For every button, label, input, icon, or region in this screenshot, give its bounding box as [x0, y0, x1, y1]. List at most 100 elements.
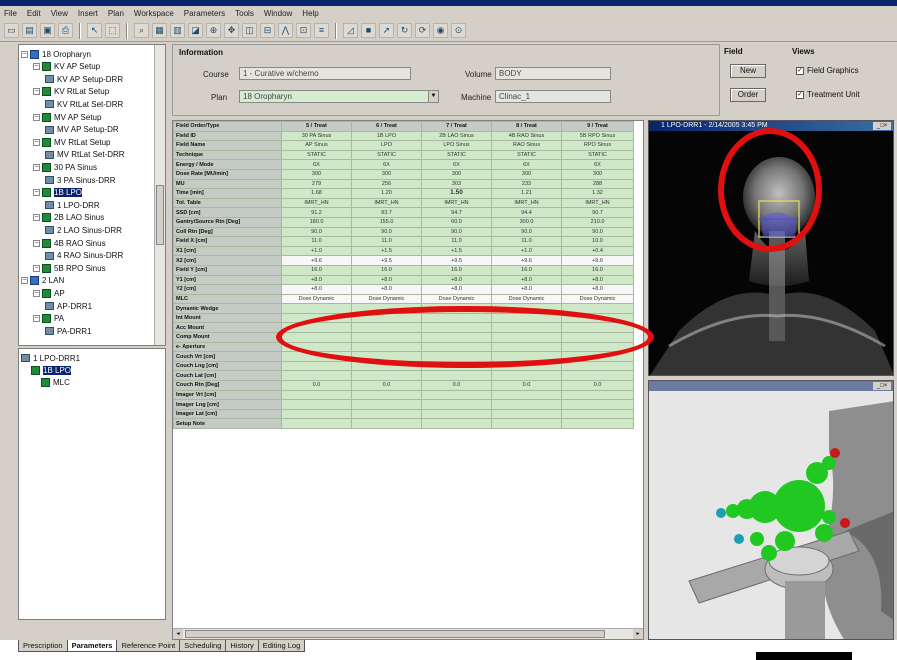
table-cell[interactable]: 210.0 — [561, 216, 634, 228]
drr-view-window[interactable]: 1 LPO-DRR1 - 2/14/2005 3:45 PM _□× — [648, 120, 894, 376]
tree-item[interactable]: MV RtLat Set-DRR — [45, 150, 125, 160]
table-cell[interactable] — [561, 351, 634, 362]
table-cell[interactable] — [491, 332, 562, 343]
table-cell[interactable]: 0.0 — [491, 380, 562, 391]
table-cell[interactable] — [281, 303, 352, 314]
checkbox-checked-icon[interactable]: ✓ — [796, 66, 804, 75]
collapse-icon[interactable]: − — [33, 113, 40, 121]
table-cell[interactable]: 180.0 — [281, 216, 352, 228]
table-cell[interactable]: +8.0 — [561, 274, 634, 286]
table-cell[interactable] — [561, 322, 634, 334]
table-cell[interactable]: 90.0 — [281, 226, 352, 238]
table-cell[interactable]: LPO Sinus — [421, 140, 492, 151]
table-cell[interactable]: 16.0 — [561, 264, 634, 276]
table-cell[interactable] — [281, 322, 352, 334]
table-cell[interactable] — [421, 332, 492, 343]
table-cell[interactable]: +1.5 — [351, 245, 422, 257]
cursor-icon[interactable]: ↖ — [87, 23, 102, 38]
table-cell[interactable]: 1B LPO — [351, 130, 422, 142]
tab-scheduling[interactable]: Scheduling — [179, 640, 227, 652]
tree-item[interactable]: − KV RtLat Setup — [33, 87, 109, 97]
table-cell[interactable] — [491, 312, 562, 324]
scroll-left-icon[interactable]: ◂ — [173, 629, 183, 639]
collapse-icon[interactable]: − — [33, 289, 40, 297]
table-cell[interactable] — [561, 399, 634, 410]
table-cell[interactable]: RPO Sinus — [561, 140, 634, 151]
tree-item[interactable]: − 2 LAN — [21, 276, 64, 286]
table-cell[interactable]: 288 — [561, 178, 634, 190]
tree-item[interactable]: − 18 Oropharyn — [21, 49, 91, 59]
table-cell[interactable] — [421, 312, 492, 324]
open-icon[interactable]: ▤ — [22, 23, 37, 38]
scroll-right-icon[interactable]: ▸ — [633, 629, 643, 639]
table-cell[interactable]: +8.0 — [421, 284, 492, 295]
table-cell[interactable]: 300 — [561, 168, 634, 180]
table-cell[interactable] — [491, 418, 562, 429]
menu-item[interactable]: File — [4, 9, 17, 18]
table-cell[interactable] — [421, 399, 492, 410]
collapse-icon[interactable]: − — [33, 264, 40, 272]
column-header[interactable]: 9 / Treat — [561, 121, 634, 132]
table-cell[interactable]: 90.0 — [421, 226, 492, 238]
tree-item[interactable]: 1 LPO-DRR — [45, 200, 100, 210]
table-cell[interactable]: 5B RPO Sinus — [561, 130, 634, 142]
pan-icon[interactable]: ✥ — [224, 23, 239, 38]
grid-icon[interactable]: ▦ — [152, 23, 167, 38]
collapse-icon[interactable]: − — [33, 63, 40, 71]
image-tree-item[interactable]: 1 LPO-DRR1 — [21, 353, 80, 363]
table-cell[interactable] — [351, 341, 422, 353]
arrow-icon[interactable]: ➚ — [379, 23, 394, 38]
save-icon[interactable]: ▣ — [40, 23, 55, 38]
table-cell[interactable]: RAO Sinus — [491, 140, 562, 151]
table-cell[interactable]: +8.0 — [281, 284, 352, 295]
table-cell[interactable]: +8.0 — [351, 284, 422, 295]
table-cell[interactable] — [421, 408, 492, 420]
table-cell[interactable] — [281, 312, 352, 324]
table-cell[interactable]: 1.20 — [351, 188, 422, 199]
table-cell[interactable] — [281, 408, 352, 420]
tree-item[interactable]: − 1B LPO — [33, 188, 83, 198]
table-cell[interactable]: 11.0 — [351, 236, 422, 247]
tree-item[interactable]: − MV RtLat Setup — [33, 137, 110, 147]
table-cell[interactable]: 0.0 — [351, 380, 422, 391]
table-cell[interactable]: 11.0 — [281, 236, 352, 247]
table-cell[interactable]: 0.0 — [421, 380, 492, 391]
target-icon[interactable]: ⊙ — [451, 23, 466, 38]
table-cell[interactable]: 11.0 — [491, 236, 562, 247]
table-cell[interactable]: 155.0 — [351, 216, 422, 228]
window-icon[interactable]: ◫ — [242, 23, 257, 38]
table-cell[interactable]: +9.6 — [281, 255, 352, 266]
table-cell[interactable] — [491, 303, 562, 314]
table-cell[interactable]: 94.7 — [421, 207, 492, 218]
tab-prescription[interactable]: Prescription — [18, 640, 68, 652]
table-cell[interactable] — [561, 408, 634, 420]
tree-item[interactable]: MV AP Setup-DR — [45, 125, 119, 135]
table-cell[interactable] — [351, 418, 422, 429]
table-cell[interactable]: IMRT_HN — [351, 197, 422, 209]
image-tree[interactable]: 1 LPO-DRR1 1B LPO MLC — [18, 348, 166, 620]
field-graphics-option[interactable]: ✓ Field Graphics — [796, 66, 859, 75]
table-cell[interactable] — [421, 322, 492, 334]
menu-item[interactable]: Parameters — [184, 9, 225, 18]
tree-item[interactable]: − 30 PA Sinus — [33, 162, 97, 172]
table-cell[interactable] — [491, 341, 562, 353]
window-controls-icon[interactable]: _□× — [873, 382, 891, 390]
collapse-icon[interactable]: − — [33, 239, 40, 247]
table-cell[interactable] — [421, 303, 492, 314]
table-cell[interactable]: 10.0 — [561, 236, 634, 247]
table-cell[interactable]: +9.5 — [421, 255, 492, 266]
table-cell[interactable]: +1.5 — [421, 245, 492, 257]
table-cell[interactable] — [351, 312, 422, 324]
table-cell[interactable]: Dose Dynamic — [561, 293, 634, 305]
table-cell[interactable]: Dose Dynamic — [491, 293, 562, 305]
table-cell[interactable]: +8.0 — [491, 274, 562, 286]
table-cell[interactable]: 233 — [491, 178, 562, 190]
table-cell[interactable]: 90.0 — [491, 226, 562, 238]
treatment-unit-option[interactable]: ✓ Treatment Unit — [796, 90, 860, 99]
collapse-icon[interactable]: − — [21, 50, 28, 58]
table-cell[interactable] — [421, 351, 492, 362]
menu-item[interactable]: Workspace — [134, 9, 174, 18]
table-cell[interactable] — [491, 322, 562, 334]
new-button[interactable]: New — [730, 64, 766, 78]
table-cell[interactable] — [421, 370, 492, 382]
